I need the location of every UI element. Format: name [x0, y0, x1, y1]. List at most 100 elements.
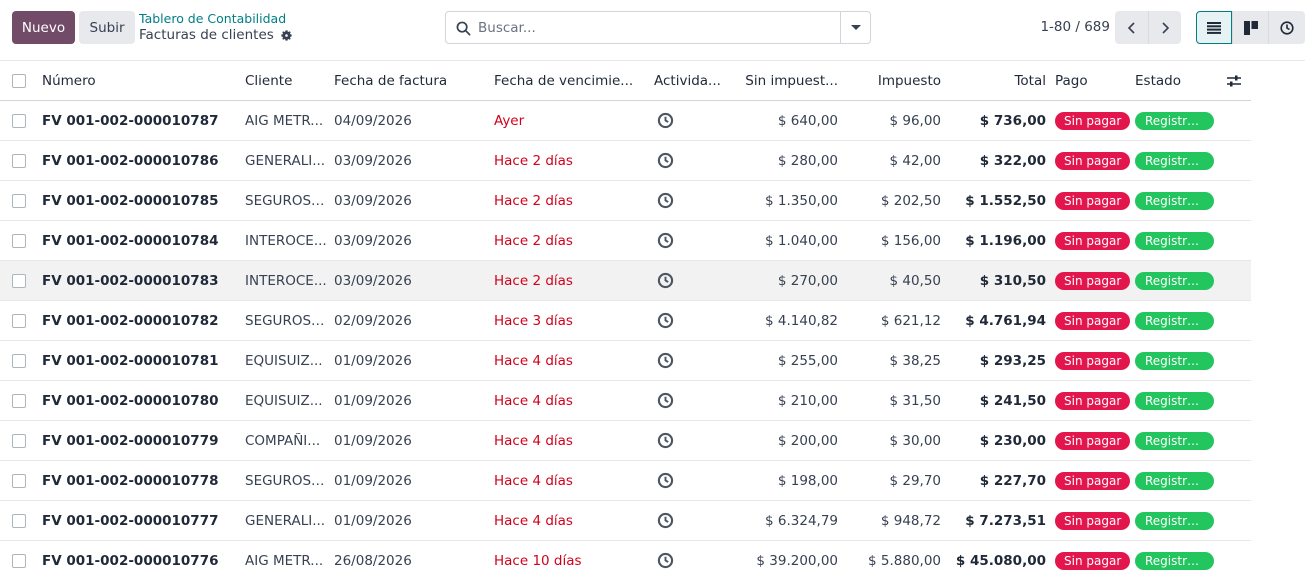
cell-cliente: AIG METR...	[245, 101, 327, 140]
payment-status-badge: Sin pagar	[1055, 471, 1130, 490]
cell-estado: Registra...	[1135, 101, 1215, 140]
table-row[interactable]: FV 001-002-000010779 COMPAÑI... 01/09/20…	[0, 421, 1251, 461]
cell-cliente-text: AIG METR...	[245, 112, 324, 129]
state-badge: Registra...	[1135, 271, 1214, 290]
search-input[interactable]	[478, 12, 838, 43]
breadcrumb-parent[interactable]: Tablero de Contabilidad	[139, 12, 286, 26]
state-badge: Registra...	[1135, 191, 1214, 210]
column-header-cliente[interactable]: Cliente	[245, 61, 327, 100]
invoice-table: Número Cliente Fecha de factura Fecha de…	[0, 61, 1251, 572]
state-badge: Registra...	[1135, 231, 1214, 250]
clock-icon[interactable]	[657, 192, 674, 209]
column-header-numero[interactable]: Número	[42, 61, 237, 100]
cell-fecha: 01/09/2026	[334, 512, 412, 529]
cell-pago: Sin pagar	[1055, 461, 1130, 500]
table-row[interactable]: FV 001-002-000010776 AIG METR... 26/08/2…	[0, 541, 1251, 572]
kanban-view-button[interactable]	[1232, 11, 1268, 44]
column-header-actividad[interactable]: Activida...	[654, 61, 724, 100]
new-button[interactable]: Nuevo	[12, 11, 75, 44]
table-row[interactable]: FV 001-002-000010785 SEGUROS ... 03/09/2…	[0, 181, 1251, 221]
table-row[interactable]: FV 001-002-000010780 EQUISUIZ... 01/09/2…	[0, 381, 1251, 421]
table-row[interactable]: FV 001-002-000010778 SEGUROS ... 01/09/2…	[0, 461, 1251, 501]
column-header-vencimiento[interactable]: Fecha de vencimie...	[494, 61, 634, 100]
cell-pago: Sin pagar	[1055, 381, 1130, 420]
search-options-toggle[interactable]	[840, 12, 870, 43]
cell-pago: Sin pagar	[1055, 261, 1130, 300]
row-checkbox[interactable]	[12, 513, 26, 528]
cell-impuesto: $ 42,00	[889, 152, 941, 169]
table-body: FV 001-002-000010787 AIG METR... 04/09/2…	[0, 101, 1251, 572]
cell-vencimiento: Hace 4 días	[494, 432, 573, 449]
clock-icon[interactable]	[657, 272, 674, 289]
row-select-cell	[12, 301, 26, 340]
list-view-icon	[1207, 21, 1221, 34]
pager-next-button[interactable]	[1148, 11, 1181, 44]
cell-cliente-text: COMPAÑI...	[245, 432, 321, 449]
payment-status-badge: Sin pagar	[1055, 351, 1130, 370]
clock-icon[interactable]	[657, 312, 674, 329]
column-header-sin-impuestos[interactable]: Sin impuest...	[737, 61, 838, 100]
table-row[interactable]: FV 001-002-000010787 AIG METR... 04/09/2…	[0, 101, 1251, 141]
row-checkbox[interactable]	[12, 113, 26, 128]
clock-icon[interactable]	[657, 352, 674, 369]
cell-cliente-text: AIG METR...	[245, 552, 324, 569]
column-header-pago[interactable]: Pago	[1055, 61, 1130, 100]
cell-pago: Sin pagar	[1055, 501, 1130, 540]
activity-view-button[interactable]	[1268, 11, 1305, 44]
cell-numero: FV 001-002-000010776	[42, 552, 219, 569]
cell-fecha: 03/09/2026	[334, 232, 412, 249]
cell-fecha: 03/09/2026	[334, 152, 412, 169]
clock-icon[interactable]	[657, 552, 674, 569]
gear-icon[interactable]	[280, 29, 293, 42]
pager-value[interactable]: 1-80 / 689	[1030, 19, 1110, 35]
cell-fecha: 01/09/2026	[334, 352, 412, 369]
clock-icon[interactable]	[657, 472, 674, 489]
table-row[interactable]: FV 001-002-000010786 GENERALI... 03/09/2…	[0, 141, 1251, 181]
chevron-left-icon	[1127, 21, 1135, 34]
clock-icon[interactable]	[657, 392, 674, 409]
select-all-checkbox[interactable]	[12, 73, 26, 88]
cell-numero: FV 001-002-000010778	[42, 472, 219, 489]
cell-estado: Registra...	[1135, 301, 1215, 340]
column-header-total[interactable]: Total	[950, 61, 1046, 100]
clock-icon[interactable]	[657, 112, 674, 129]
cell-total: $ 241,50	[979, 392, 1046, 409]
clock-icon[interactable]	[657, 432, 674, 449]
table-row[interactable]: FV 001-002-000010784 INTEROCE... 03/09/2…	[0, 221, 1251, 261]
table-row[interactable]: FV 001-002-000010783 INTEROCE... 03/09/2…	[0, 261, 1251, 301]
row-select-cell	[12, 381, 26, 420]
column-header-impuesto[interactable]: Impuesto	[850, 61, 941, 100]
cell-total: $ 1.552,50	[965, 192, 1046, 209]
list-view-button[interactable]	[1196, 11, 1232, 44]
pager-previous-button[interactable]	[1115, 11, 1148, 44]
row-checkbox[interactable]	[12, 353, 26, 368]
upload-button[interactable]: Subir	[79, 11, 135, 44]
cell-total: $ 322,00	[979, 152, 1046, 169]
cell-cliente: SEGUROS ...	[245, 461, 327, 500]
row-checkbox[interactable]	[12, 153, 26, 168]
cell-impuesto: $ 30,00	[889, 432, 941, 449]
table-row[interactable]: FV 001-002-000010781 EQUISUIZ... 01/09/2…	[0, 341, 1251, 381]
cell-impuesto: $ 156,00	[880, 232, 941, 249]
clock-icon[interactable]	[657, 512, 674, 529]
cell-total: $ 1.196,00	[965, 232, 1046, 249]
row-checkbox[interactable]	[12, 313, 26, 328]
cell-fecha: 26/08/2026	[334, 552, 412, 569]
column-header-estado[interactable]: Estado	[1135, 61, 1215, 100]
row-checkbox[interactable]	[12, 553, 26, 568]
clock-icon[interactable]	[657, 232, 674, 249]
row-checkbox[interactable]	[12, 433, 26, 448]
table-row[interactable]: FV 001-002-000010777 GENERALI... 01/09/2…	[0, 501, 1251, 541]
column-header-fecha[interactable]: Fecha de factura	[334, 61, 484, 100]
optional-columns-toggle[interactable]	[1226, 61, 1242, 100]
row-checkbox[interactable]	[12, 273, 26, 288]
row-checkbox[interactable]	[12, 473, 26, 488]
clock-icon[interactable]	[657, 152, 674, 169]
row-checkbox[interactable]	[12, 393, 26, 408]
cell-numero: FV 001-002-000010780	[42, 392, 219, 409]
table-row[interactable]: FV 001-002-000010782 SEGUROS ... 02/09/2…	[0, 301, 1251, 341]
row-checkbox[interactable]	[12, 233, 26, 248]
row-select-cell	[12, 421, 26, 460]
cell-numero: FV 001-002-000010777	[42, 512, 219, 529]
row-checkbox[interactable]	[12, 193, 26, 208]
